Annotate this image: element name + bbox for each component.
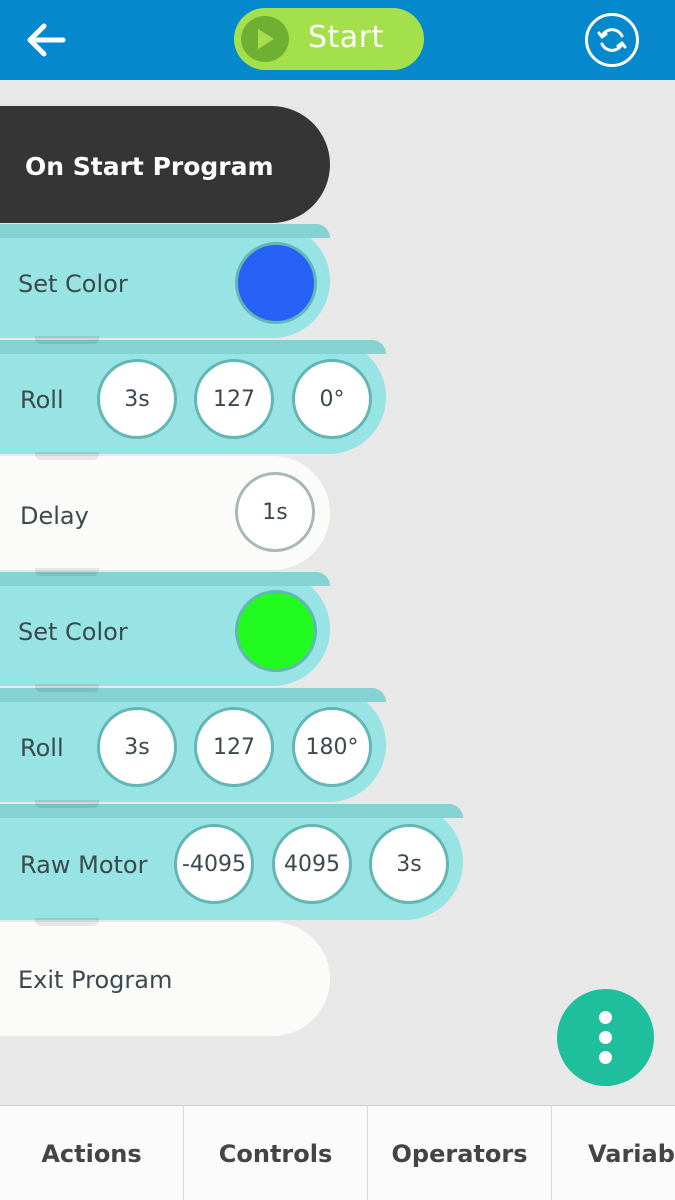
start-label: Start <box>308 20 384 55</box>
block-label: Set Color <box>18 618 128 646</box>
block-notch <box>35 568 99 576</box>
block-label: Raw Motor <box>20 851 148 879</box>
app-screen: Start On Start Program Set Color Roll 3s… <box>0 0 675 1200</box>
block-notch <box>35 336 99 344</box>
delay-param[interactable]: 1s <box>235 472 315 552</box>
color-swatch[interactable] <box>235 590 317 672</box>
color-swatch[interactable] <box>235 242 317 324</box>
exit-program-block[interactable]: Exit Program <box>0 918 330 1036</box>
tab-variables[interactable]: Variables <box>552 1106 675 1200</box>
right-motor-param[interactable]: 4095 <box>272 824 352 904</box>
left-motor-param[interactable]: -4095 <box>174 824 254 904</box>
block-label: Exit Program <box>18 966 173 994</box>
more-options-button[interactable] <box>557 989 654 1086</box>
set-color-block[interactable]: Set Color <box>0 568 330 686</box>
more-vertical-icon <box>599 1011 612 1024</box>
top-bar: Start <box>0 0 675 80</box>
heading-param[interactable]: 0° <box>292 359 372 439</box>
block-label: On Start Program <box>25 152 274 181</box>
back-button[interactable] <box>22 18 70 62</box>
block-category-tabs: Actions Controls Operators Variables <box>0 1105 675 1200</box>
block-notch <box>35 684 99 692</box>
robot-connection-button[interactable] <box>585 13 639 67</box>
block-notch <box>35 800 99 808</box>
sync-icon <box>597 28 627 52</box>
start-button[interactable]: Start <box>234 8 424 70</box>
play-icon <box>241 16 289 62</box>
block-notch <box>35 918 99 926</box>
speed-param[interactable]: 127 <box>194 359 274 439</box>
heading-param[interactable]: 180° <box>292 707 372 787</box>
roll-block[interactable]: Roll 3s 127 180° <box>0 684 386 802</box>
more-vertical-icon <box>599 1031 612 1044</box>
block-label: Roll <box>20 386 64 414</box>
tab-operators[interactable]: Operators <box>368 1106 552 1200</box>
speed-param[interactable]: 127 <box>194 707 274 787</box>
duration-param[interactable]: 3s <box>369 824 449 904</box>
delay-block[interactable]: Delay 1s <box>0 452 330 570</box>
tab-actions[interactable]: Actions <box>0 1106 184 1200</box>
raw-motor-block[interactable]: Raw Motor -4095 4095 3s <box>0 800 463 920</box>
block-label: Roll <box>20 734 64 762</box>
on-start-program-block[interactable]: On Start Program <box>0 106 330 223</box>
set-color-block[interactable]: Set Color <box>0 224 330 338</box>
duration-param[interactable]: 3s <box>97 359 177 439</box>
more-vertical-icon <box>599 1051 612 1064</box>
arrow-left-icon <box>27 23 66 57</box>
block-label: Delay <box>20 502 89 530</box>
block-label: Set Color <box>18 270 128 298</box>
roll-block[interactable]: Roll 3s 127 0° <box>0 336 386 454</box>
tab-controls[interactable]: Controls <box>184 1106 368 1200</box>
block-notch <box>35 452 99 460</box>
duration-param[interactable]: 3s <box>97 707 177 787</box>
